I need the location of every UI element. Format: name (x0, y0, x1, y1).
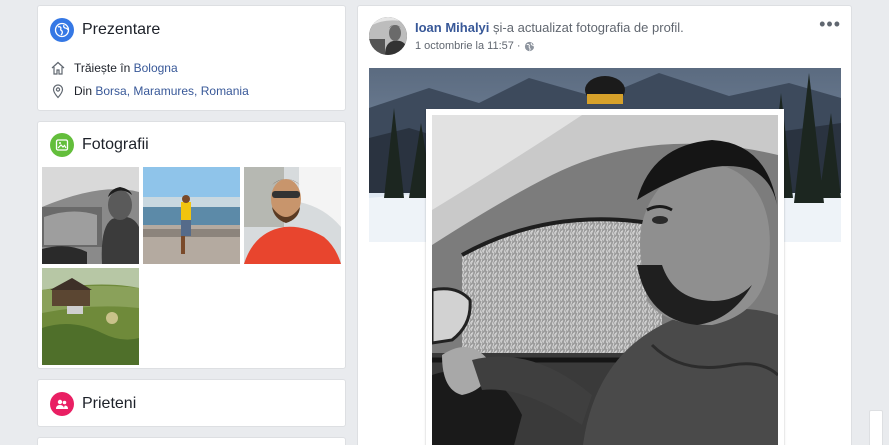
lives-in-label: Trăiește în (74, 61, 131, 75)
scrollbar-edge[interactable] (869, 410, 883, 445)
photos-header: Fotografii (50, 133, 149, 157)
globe-privacy-icon[interactable] (524, 41, 535, 52)
post-timestamp[interactable]: 1 octombrie la 11:57 (415, 40, 514, 52)
photos-card: Fotografii (37, 121, 346, 369)
avatar[interactable] (369, 17, 407, 55)
intro-title[interactable]: Prezentare (82, 21, 160, 39)
from-label: Din (74, 84, 93, 98)
globe-icon (50, 18, 74, 42)
next-card (37, 437, 346, 445)
post-header-text: Ioan Mihalyi și-a actualizat fotografia … (415, 20, 684, 35)
more-options-button[interactable]: ••• (819, 14, 841, 35)
lives-in-link[interactable]: Bologna (134, 61, 178, 75)
post-card: Ioan Mihalyi și-a actualizat fotografia … (357, 5, 852, 445)
post-action-text: și-a actualizat fotografia de profil. (493, 20, 684, 35)
friends-card: Prieteni (37, 379, 346, 427)
profile-photo[interactable] (426, 109, 784, 445)
photo-thumb-cabin[interactable] (42, 268, 139, 365)
photo-thumb-selfie[interactable] (244, 167, 341, 264)
home-icon (51, 61, 65, 75)
intro-card: Prezentare Trăiește în Bologna Din Borsa… (37, 5, 346, 111)
lives-in-row: Trăiește în Bologna (50, 60, 178, 76)
from-link[interactable]: Borsa, Maramures, Romania (95, 84, 248, 98)
friends-icon (50, 392, 74, 416)
post-meta: 1 octombrie la 11:57 · (415, 40, 535, 52)
intro-header: Prezentare (50, 18, 160, 42)
from-row: Din Borsa, Maramures, Romania (50, 83, 249, 99)
photos-title[interactable]: Fotografii (82, 136, 149, 154)
photo-thumb-car[interactable] (42, 167, 139, 264)
friends-header: Prieteni (50, 392, 136, 416)
photo-thumb-lake[interactable] (143, 167, 240, 264)
location-pin-icon (52, 84, 64, 99)
friends-title[interactable]: Prieteni (82, 395, 136, 413)
photo-icon (50, 133, 74, 157)
post-author-link[interactable]: Ioan Mihalyi (415, 20, 489, 35)
